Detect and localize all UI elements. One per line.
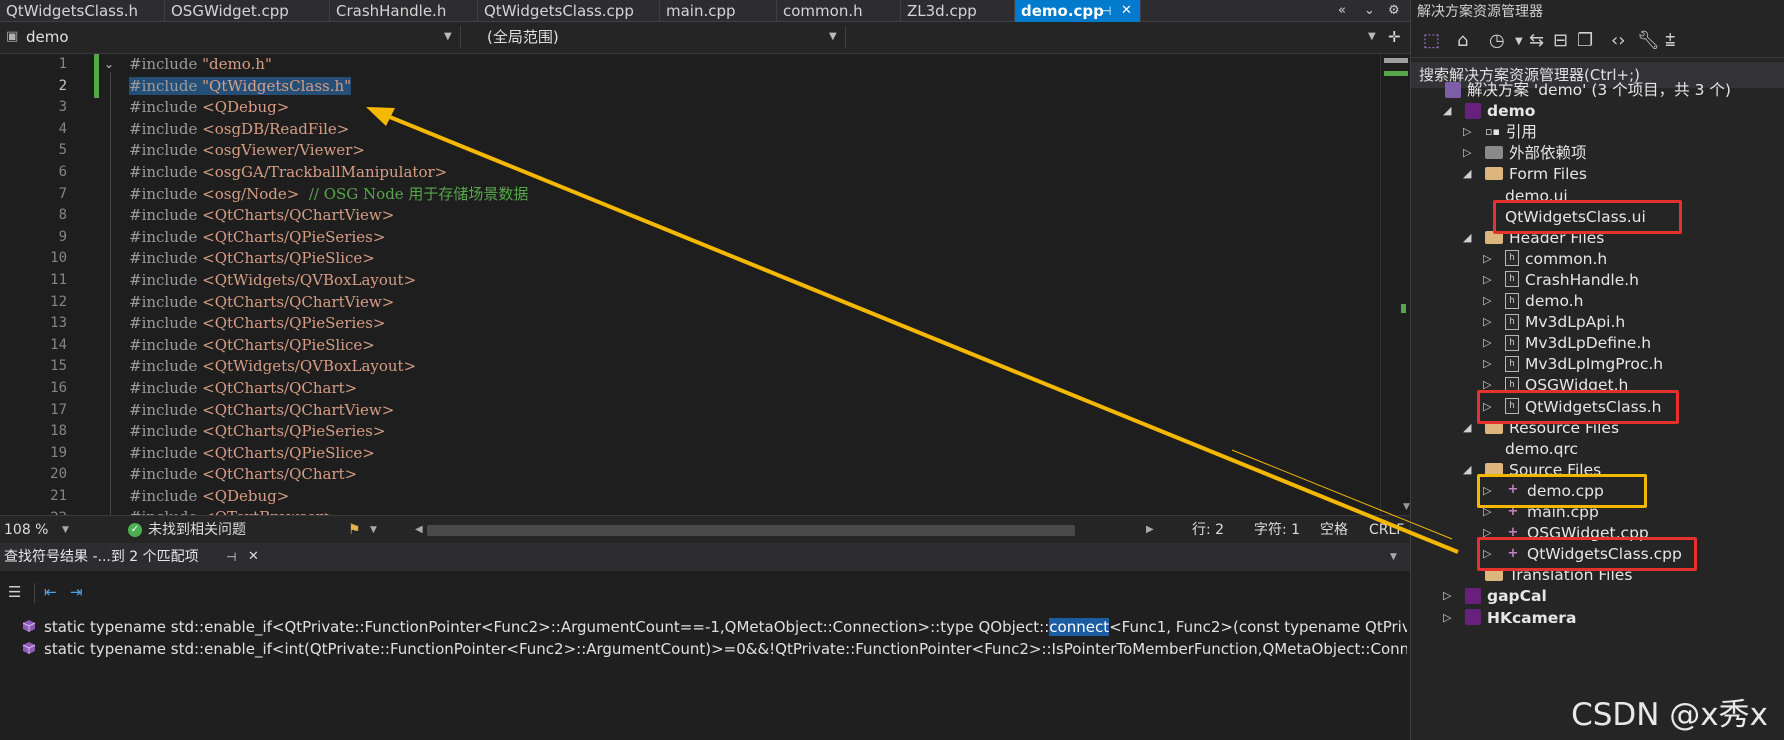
annotation-arrow-thick bbox=[379, 111, 1459, 554]
arrowhead-icon bbox=[366, 107, 395, 126]
annotation-arrow-overlay bbox=[366, 107, 1459, 554]
annotation-arrow-thin bbox=[1231, 449, 1453, 540]
